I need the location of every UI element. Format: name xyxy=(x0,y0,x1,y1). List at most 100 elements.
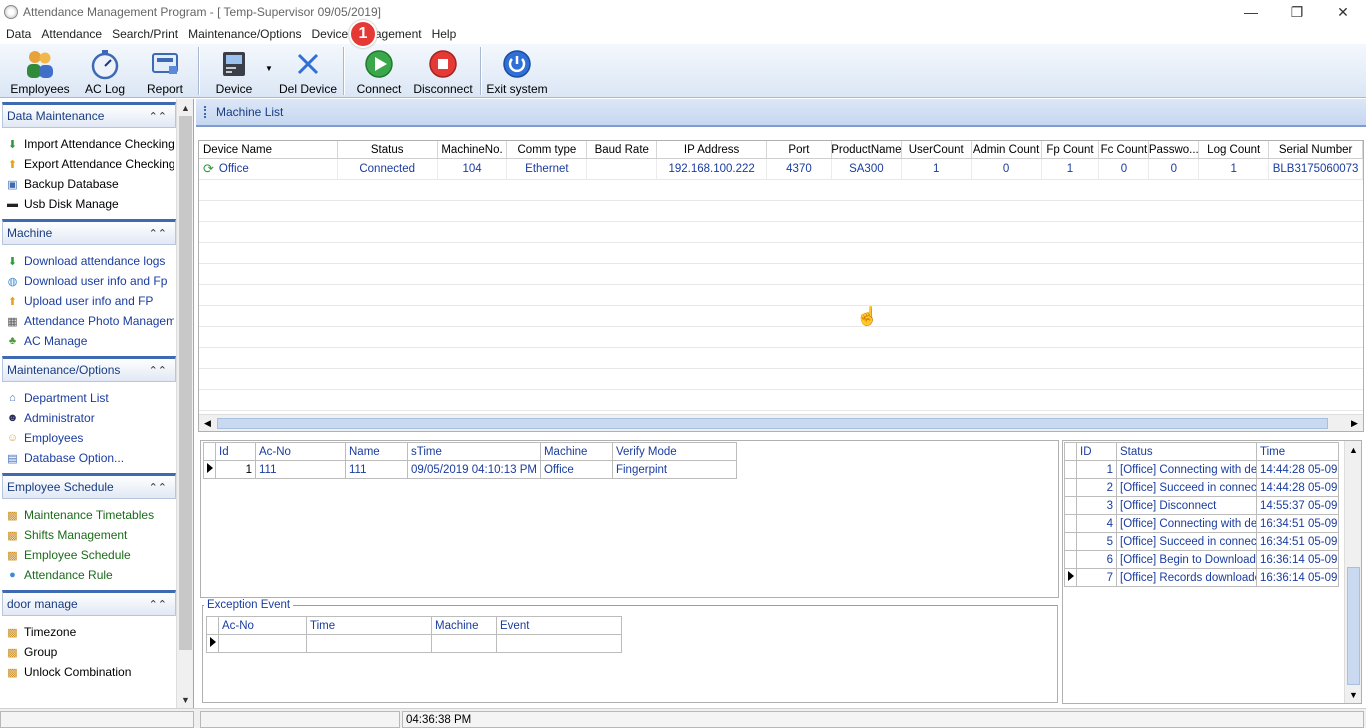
sidebar-item-maintenance-timetables[interactable]: ▩ Maintenance Timetables xyxy=(6,505,174,525)
col-port[interactable]: Port xyxy=(767,141,832,158)
sidebar-group-door-manage[interactable]: door manage ⌃⌃ xyxy=(2,590,176,616)
scroll-right-icon[interactable]: ▶ xyxy=(1346,415,1363,431)
col-status[interactable]: Status xyxy=(1116,442,1257,461)
table-row[interactable] xyxy=(206,634,622,653)
menu-data[interactable]: Data xyxy=(1,27,36,41)
menu-attendance[interactable]: Attendance xyxy=(36,27,107,41)
ac-log-button[interactable]: AC Log xyxy=(74,44,136,98)
sidebar-item-database-option[interactable]: ▤ Database Option... xyxy=(6,448,174,468)
sidebar-group-data-maintenance[interactable]: Data Maintenance ⌃⌃ xyxy=(2,102,176,128)
sidebar-item-timezone[interactable]: ▩ Timezone xyxy=(6,622,174,642)
col-fc-count[interactable]: Fc Count xyxy=(1099,141,1150,158)
sidebar-group-machine[interactable]: Machine ⌃⌃ xyxy=(2,219,176,245)
minimize-button[interactable]: — xyxy=(1228,0,1274,24)
col-admin-count[interactable]: Admin Count xyxy=(972,141,1042,158)
sidebar-item-export-attendance[interactable]: ⬆ Export Attendance Checking ... xyxy=(6,154,174,174)
sidebar-item-ac-manage[interactable]: ♣ AC Manage xyxy=(6,331,174,351)
col-baud-rate[interactable]: Baud Rate xyxy=(587,141,658,158)
col-machine-no[interactable]: MachineNo. xyxy=(438,141,508,158)
table-row[interactable]: 5 [Office] Succeed in connectir 16:34:51 0… xyxy=(1064,532,1339,551)
sidebar-item-employees[interactable]: ☺ Employees xyxy=(6,428,174,448)
maximize-button[interactable]: ❐ xyxy=(1274,0,1320,24)
sidebar-item-usb-disk[interactable]: ▬ Usb Disk Manage xyxy=(6,194,174,214)
del-device-button[interactable]: Del Device xyxy=(277,44,339,98)
exit-system-button[interactable]: Exit system xyxy=(485,44,549,98)
sidebar-item-import-attendance[interactable]: ⬇ Import Attendance Checking ... xyxy=(6,134,174,154)
collapse-chevron-icon[interactable]: ⌃⌃ xyxy=(149,481,167,494)
table-row[interactable]: 1 [Office] Connecting with devi 14:44:28 0… xyxy=(1064,460,1339,479)
col-id[interactable]: ID xyxy=(1076,442,1117,461)
col-status[interactable]: Status xyxy=(338,141,438,158)
col-log-count[interactable]: Log Count xyxy=(1199,141,1270,158)
collapse-chevron-icon[interactable]: ⌃⌃ xyxy=(149,227,167,240)
machine-list-grid[interactable]: Device Name Status MachineNo. Comm type … xyxy=(198,140,1364,432)
attendance-records-panel[interactable]: Id Ac-No Name sTime Machine Verify Mode … xyxy=(200,440,1059,598)
col-machine[interactable]: Machine xyxy=(539,442,613,461)
scrollbar-thumb[interactable] xyxy=(179,116,192,650)
col-name[interactable]: Name xyxy=(345,442,408,461)
disconnect-button[interactable]: Disconnect xyxy=(410,44,476,98)
sidebar-group-employee-schedule[interactable]: Employee Schedule ⌃⌃ xyxy=(2,473,176,499)
sidebar-item-download-attendance-logs[interactable]: ⬇ Download attendance logs xyxy=(6,251,174,271)
col-time[interactable]: Time xyxy=(1256,442,1339,461)
scroll-down-icon[interactable]: ▼ xyxy=(177,691,194,708)
col-product-name[interactable]: ProductName xyxy=(832,141,902,158)
menu-help[interactable]: Help xyxy=(427,27,462,41)
connection-log-panel[interactable]: ID Status Time 1 [Office] Connecting with… xyxy=(1062,440,1362,704)
close-button[interactable]: ✕ xyxy=(1320,0,1366,24)
col-stime[interactable]: sTime xyxy=(407,442,541,461)
sidebar-item-attendance-rule[interactable]: ● Attendance Rule xyxy=(6,565,174,585)
col-ac-no[interactable]: Ac-No xyxy=(218,616,307,635)
device-dropdown-arrow-icon[interactable]: ▼ xyxy=(265,44,277,73)
col-password[interactable]: Passwo... xyxy=(1149,141,1200,158)
scroll-left-icon[interactable]: ◀ xyxy=(199,415,216,431)
col-serial-number[interactable]: Serial Number xyxy=(1269,141,1363,158)
horizontal-scrollbar[interactable]: ◀ ▶ xyxy=(199,414,1363,431)
sidebar-item-upload-user-info[interactable]: ⬆ Upload user info and FP xyxy=(6,291,174,311)
sidebar-item-employee-schedule[interactable]: ▩ Employee Schedule xyxy=(6,545,174,565)
collapse-chevron-icon[interactable]: ⌃⌃ xyxy=(149,364,167,377)
sidebar-group-maintenance-options[interactable]: Maintenance/Options ⌃⌃ xyxy=(2,356,176,382)
table-row[interactable]: 7 [Office] Records downloade 16:36:14 05-0… xyxy=(1064,568,1339,587)
menu-maintenance-options[interactable]: Maintenance/Options xyxy=(183,27,306,41)
scrollbar-thumb[interactable] xyxy=(217,418,1328,429)
scrollbar-thumb[interactable] xyxy=(1347,567,1360,685)
sidebar-item-group[interactable]: ▩ Group xyxy=(6,642,174,662)
col-comm-type[interactable]: Comm type xyxy=(507,141,588,158)
table-row[interactable]: 1 111 111 09/05/2019 04:10:13 PM Office … xyxy=(203,460,737,479)
sidebar-item-attendance-photo[interactable]: ▦ Attendance Photo Managem... xyxy=(6,311,174,331)
sidebar-item-department-list[interactable]: ⌂ Department List xyxy=(6,388,174,408)
col-user-count[interactable]: UserCount xyxy=(902,141,972,158)
sidebar-item-backup-database[interactable]: ▣ Backup Database xyxy=(6,174,174,194)
employees-button[interactable]: Employees xyxy=(6,44,74,98)
sidebar-scrollbar[interactable]: ▲ ▼ xyxy=(176,99,193,708)
log-scrollbar[interactable]: ▲ ▼ xyxy=(1344,441,1361,703)
collapse-chevron-icon[interactable]: ⌃⌃ xyxy=(149,110,167,123)
table-row[interactable]: 2 [Office] Succeed in connectir 14:44:28 0… xyxy=(1064,478,1339,497)
col-event[interactable]: Event xyxy=(496,616,622,635)
col-time[interactable]: Time xyxy=(306,616,432,635)
col-machine[interactable]: Machine xyxy=(431,616,497,635)
table-row[interactable]: 3 [Office] Disconnect 14:55:37 05-09 xyxy=(1064,496,1339,515)
col-ac-no[interactable]: Ac-No xyxy=(255,442,346,461)
scroll-up-icon[interactable]: ▲ xyxy=(1345,441,1361,458)
sidebar-item-download-user-info[interactable]: ◍ Download user info and Fp xyxy=(6,271,174,291)
table-row[interactable]: 4 [Office] Connecting with devi 16:34:51 0… xyxy=(1064,514,1339,533)
sidebar-item-administrator[interactable]: ☻ Administrator xyxy=(6,408,174,428)
scroll-down-icon[interactable]: ▼ xyxy=(1345,686,1361,703)
scroll-up-icon[interactable]: ▲ xyxy=(177,99,194,116)
sidebar-item-shifts-management[interactable]: ▩ Shifts Management xyxy=(6,525,174,545)
sidebar-item-unlock-combination[interactable]: ▩ Unlock Combination xyxy=(6,662,174,682)
col-verify-mode[interactable]: Verify Mode xyxy=(611,442,737,461)
table-row[interactable]: 6[Office] Begin to Download Lo16:36:14 0… xyxy=(1064,550,1339,569)
report-button[interactable]: Report xyxy=(136,44,194,98)
table-row[interactable]: ⟳ Office Connected 104 Ethernet 192.168.1… xyxy=(199,159,1363,180)
col-device-name[interactable]: Device Name xyxy=(199,141,338,158)
col-ip-address[interactable]: IP Address xyxy=(657,141,768,158)
connect-button[interactable]: Connect xyxy=(348,44,410,98)
device-button[interactable]: Device xyxy=(203,44,265,98)
col-fp-count[interactable]: Fp Count xyxy=(1042,141,1100,158)
menu-search-print[interactable]: Search/Print xyxy=(107,27,183,41)
col-id[interactable]: Id xyxy=(215,442,256,461)
collapse-chevron-icon[interactable]: ⌃⌃ xyxy=(149,598,167,611)
